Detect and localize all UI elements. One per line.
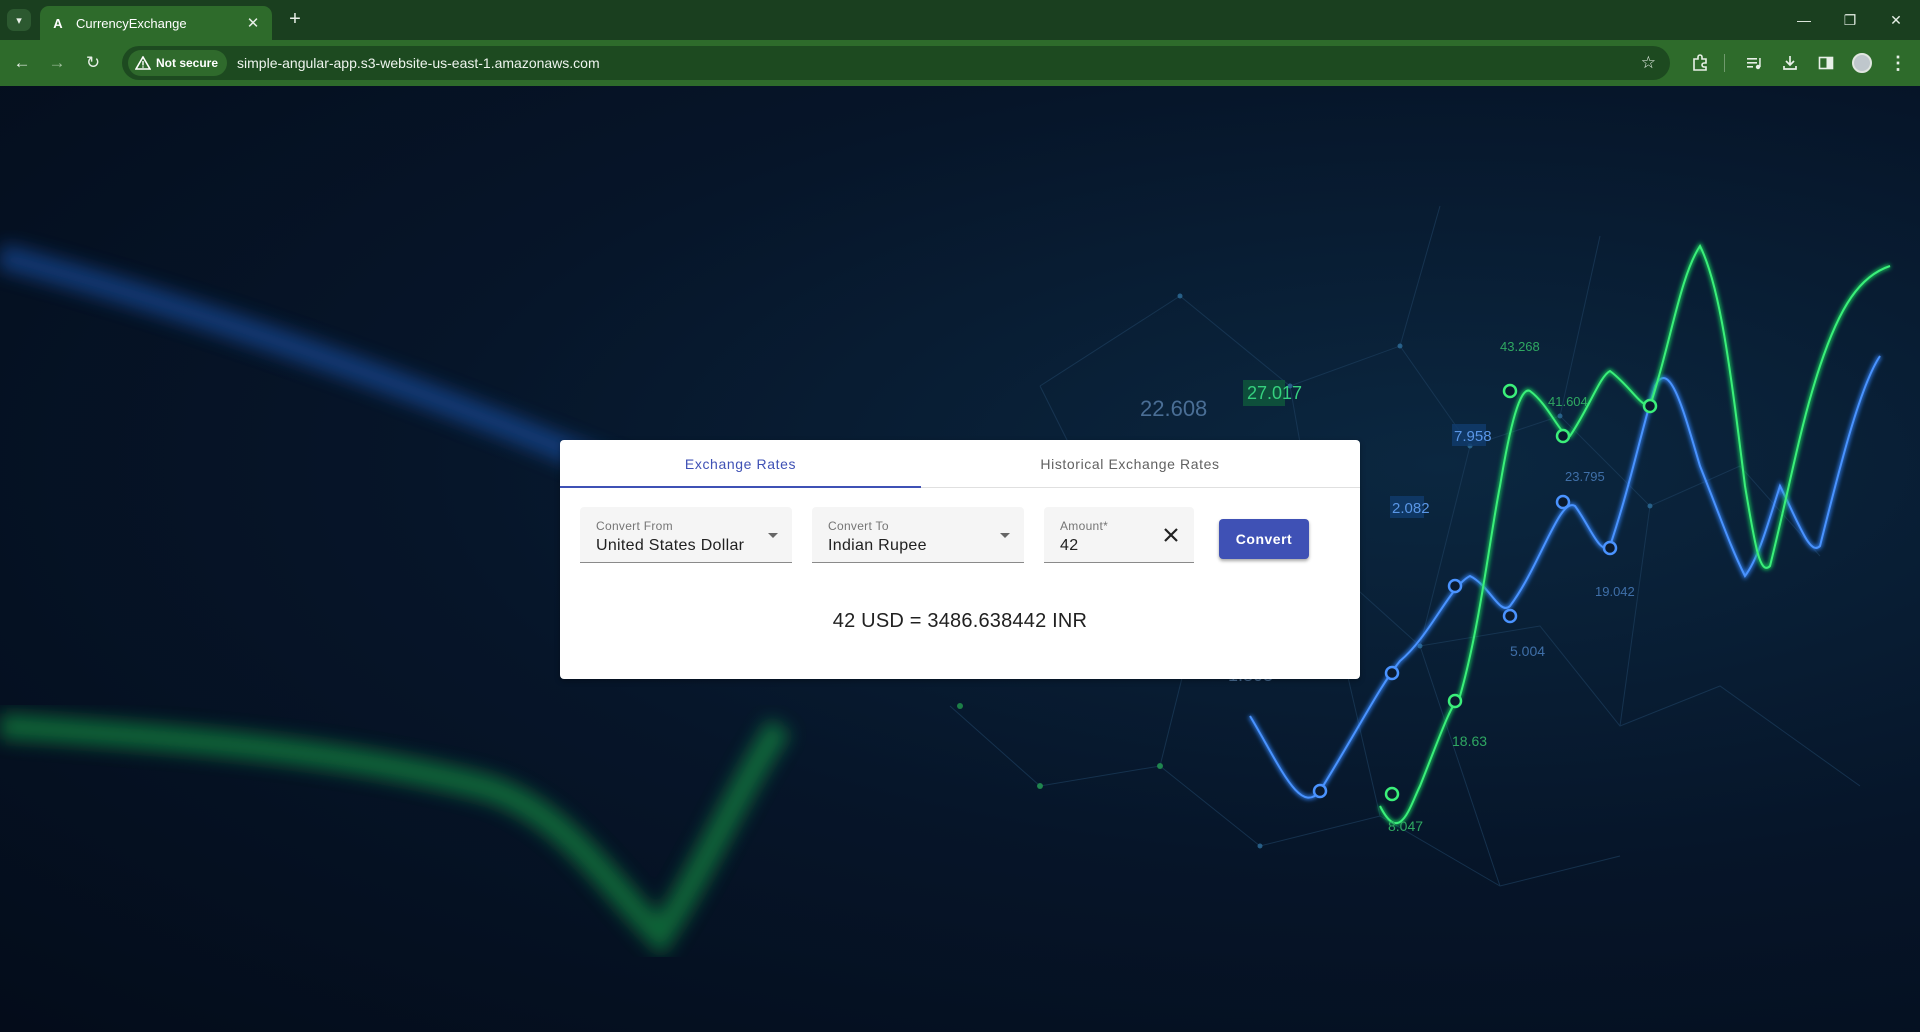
new-tab-plus-icon[interactable]: + — [283, 8, 307, 32]
bg-label: 18.63 — [1452, 733, 1487, 749]
bookmark-star-icon[interactable]: ☆ — [1641, 53, 1656, 73]
tab-historical-exchange-rates[interactable]: Historical Exchange Rates — [921, 440, 1339, 488]
download-icon[interactable] — [1778, 51, 1802, 75]
browser-toolbar: ← → ↻ Not secure simple-angular-app.s3-w… — [0, 40, 1920, 86]
tab-group: Exchange Rates Historical Exchange Rates — [560, 440, 1360, 488]
bg-label: 22.608 — [1140, 396, 1207, 421]
bg-label: 2.082 — [1392, 500, 1430, 517]
tab-title: CurrencyExchange — [76, 15, 187, 31]
active-tab-indicator — [560, 486, 921, 488]
bg-label: 23.795 — [1565, 469, 1605, 484]
warning-triangle-icon — [135, 56, 151, 70]
bg-label: 41.604 — [1548, 394, 1588, 409]
back-arrow-icon[interactable]: ← — [10, 51, 34, 75]
convert-button[interactable]: Convert — [1219, 519, 1309, 559]
amount-value[interactable]: 42 — [1060, 537, 1078, 555]
window-close-icon[interactable]: ✕ — [1876, 8, 1916, 32]
bg-label: 5.004 — [1510, 643, 1545, 659]
bg-label: 43.268 — [1500, 339, 1540, 354]
profile-avatar[interactable] — [1850, 51, 1874, 75]
conversion-result: 42 USD = 3486.638442 INR — [832, 610, 1088, 632]
url-text: simple-angular-app.s3-website-us-east-1.… — [237, 55, 600, 71]
minimize-icon[interactable]: — — [1784, 8, 1824, 32]
browser-tab[interactable]: A CurrencyExchange ✕ — [40, 6, 272, 40]
bg-label: 7.958 — [1454, 428, 1492, 445]
dropdown-arrow-icon — [768, 533, 778, 538]
convert-to-label: Convert To — [828, 519, 889, 533]
not-secure-chip[interactable]: Not secure — [128, 50, 228, 76]
amount-input[interactable]: Amount* 42 — [1044, 507, 1194, 563]
convert-to-select[interactable]: Convert To Indian Rupee — [812, 507, 1024, 563]
tab-close-icon[interactable]: ✕ — [244, 14, 262, 32]
convert-from-select[interactable]: Convert From United States Dollar — [580, 507, 792, 563]
avatar-icon — [1852, 53, 1872, 73]
convert-to-value: Indian Rupee — [828, 537, 927, 554]
page-background: 22.608 27.017 1.803 5.004 18.63 8.047 43… — [0, 86, 1920, 1032]
dropdown-arrow-icon — [1000, 533, 1010, 538]
toolbar-divider — [1724, 54, 1725, 72]
amount-label: Amount* — [1060, 519, 1109, 533]
side-panel-icon[interactable] — [1814, 51, 1838, 75]
tab-exchange-rates[interactable]: Exchange Rates — [560, 440, 921, 488]
browser-tab-strip: ▾ A CurrencyExchange ✕ + — ❐ ✕ — [0, 0, 1920, 40]
security-label: Not secure — [156, 56, 219, 70]
convert-from-value: United States Dollar — [596, 537, 745, 554]
bg-label: 27.017 — [1247, 383, 1302, 403]
clear-close-icon[interactable] — [1162, 526, 1180, 544]
restore-icon[interactable]: ❐ — [1830, 8, 1870, 32]
media-queue-icon[interactable] — [1742, 51, 1766, 75]
converter-card: Exchange Rates Historical Exchange Rates… — [560, 440, 1360, 679]
address-bar[interactable]: Not secure simple-angular-app.s3-website… — [122, 46, 1670, 80]
reload-icon[interactable]: ↻ — [81, 51, 105, 75]
convert-from-label: Convert From — [596, 519, 673, 533]
tab-search-chevron-down-icon[interactable]: ▾ — [7, 9, 31, 31]
forward-arrow-icon[interactable]: → — [45, 51, 69, 75]
bg-label: 19.042 — [1595, 584, 1635, 599]
angular-favicon-icon: A — [53, 15, 63, 31]
bg-label: 8.047 — [1388, 818, 1423, 834]
extensions-puzzle-icon[interactable] — [1688, 51, 1712, 75]
kebab-menu-icon[interactable]: ⋮ — [1886, 51, 1910, 75]
